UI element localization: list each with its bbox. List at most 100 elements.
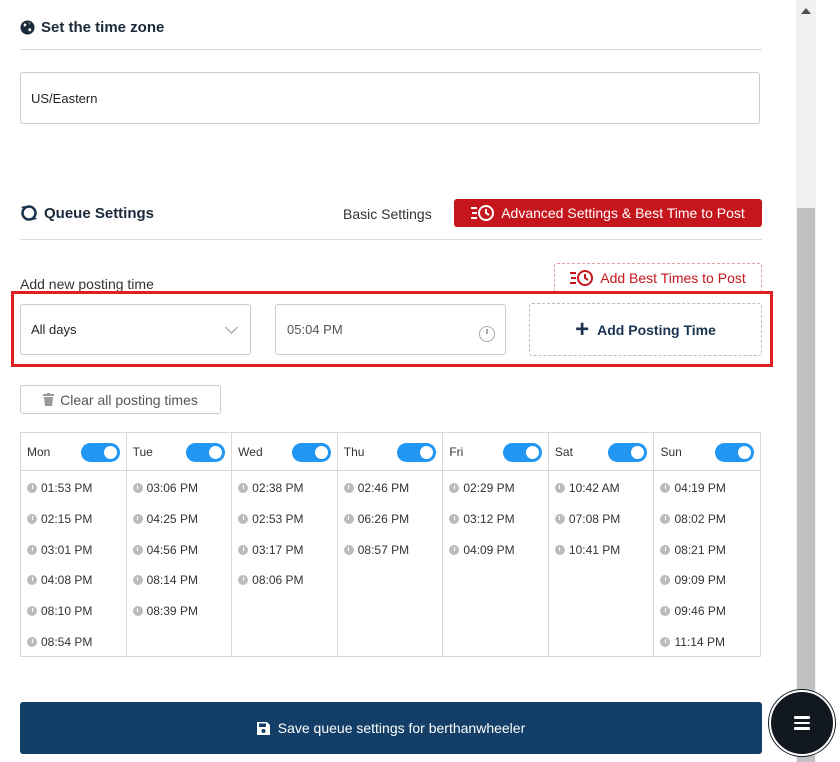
clock-icon (660, 483, 670, 493)
day-name: Sun (660, 445, 681, 459)
main-panel: Set the time zone US/Eastern Queue Setti… (0, 0, 796, 762)
list-clock-icon (471, 204, 495, 222)
day-toggle[interactable] (397, 443, 436, 462)
posting-time-text: 03:12 PM (463, 512, 514, 526)
clock-icon (27, 637, 37, 647)
day-toggle[interactable] (186, 443, 225, 462)
posting-time-text: 04:09 PM (463, 543, 514, 557)
posting-time-item[interactable]: 03:12 PM (449, 512, 514, 526)
posting-time-item[interactable]: 04:19 PM (660, 481, 725, 495)
divider (20, 49, 762, 50)
right-gutter (816, 0, 840, 762)
posting-time-item[interactable]: 03:17 PM (238, 543, 303, 557)
posting-time-text: 02:46 PM (358, 481, 409, 495)
posting-time-item[interactable]: 08:06 PM (238, 573, 303, 587)
floppy-disk-icon (257, 722, 270, 735)
clock-icon (27, 483, 37, 493)
posting-time-item[interactable]: 08:02 PM (660, 512, 725, 526)
posting-time-item[interactable]: 09:09 PM (660, 573, 725, 587)
posting-time-item[interactable]: 10:42 AM (555, 481, 620, 495)
posting-time-item[interactable]: 03:06 PM (133, 481, 198, 495)
day-header: Sat (549, 433, 654, 471)
day-toggle[interactable] (715, 443, 754, 462)
save-queue-button[interactable]: Save queue settings for berthanwheeler (20, 702, 762, 754)
clock-icon (27, 514, 37, 524)
clock-icon (344, 514, 354, 524)
posting-time-item[interactable]: 09:46 PM (660, 604, 725, 618)
add-best-times-button[interactable]: Add Best Times to Post (554, 263, 762, 293)
posting-time-item[interactable]: 01:53 PM (27, 481, 92, 495)
globe-icon (20, 20, 35, 35)
posting-time-item[interactable]: 08:14 PM (133, 573, 198, 587)
posting-time-item[interactable]: 08:10 PM (27, 604, 92, 618)
schedule-grid: Mon01:53 PM02:15 PM03:01 PM04:08 PM08:10… (20, 432, 761, 657)
save-queue-label: Save queue settings for berthanwheeler (278, 720, 526, 736)
clock-icon (27, 606, 37, 616)
posting-time-text: 04:08 PM (41, 573, 92, 587)
posting-time-item[interactable]: 02:29 PM (449, 481, 514, 495)
posting-time-item[interactable]: 08:21 PM (660, 543, 725, 557)
posting-time-text: 08:14 PM (147, 573, 198, 587)
add-best-times-label: Add Best Times to Post (600, 270, 746, 286)
posting-time-text: 02:38 PM (252, 481, 303, 495)
day-toggle[interactable] (292, 443, 331, 462)
trash-icon (43, 393, 54, 406)
posting-time-text: 01:53 PM (41, 481, 92, 495)
day-toggle[interactable] (81, 443, 120, 462)
day-column-sun: Sun 04:19 PM 08:02 PM 08:21 PM 09:09 PM 09:46… (654, 433, 760, 656)
timezone-section-title: Set the time zone (20, 19, 164, 36)
posting-time-text: 08:21 PM (674, 543, 725, 557)
basic-settings-link[interactable]: Basic Settings (343, 206, 432, 222)
posting-time-text: 04:19 PM (674, 481, 725, 495)
day-column-wed: Wed02:38 PM02:53 PM03:17 PM08:06 PM (232, 433, 338, 656)
day-column-mon: Mon01:53 PM02:15 PM03:01 PM04:08 PM08:10… (21, 433, 127, 656)
posting-time-item[interactable]: 04:25 PM (133, 512, 198, 526)
clock-icon (238, 545, 248, 555)
posting-time-text: 10:42 AM (569, 481, 620, 495)
posting-time-text: 08:57 PM (358, 543, 409, 557)
posting-time-item[interactable]: 02:53 PM (238, 512, 303, 526)
day-toggle[interactable] (608, 443, 647, 462)
queue-section-title: Queue Settings (20, 204, 154, 222)
clear-all-label: Clear all posting times (60, 392, 198, 408)
clock-icon (660, 575, 670, 585)
posting-time-item[interactable]: 08:54 PM (27, 635, 92, 649)
posting-time-text: 03:06 PM (147, 481, 198, 495)
posting-time-item[interactable]: 06:26 PM (344, 512, 409, 526)
clock-icon (238, 575, 248, 585)
posting-time-item[interactable]: 02:38 PM (238, 481, 303, 495)
posting-time-item[interactable]: 04:56 PM (133, 543, 198, 557)
menu-fab-button[interactable] (769, 690, 835, 756)
posting-time-item[interactable]: 08:39 PM (133, 604, 198, 618)
clock-icon (238, 483, 248, 493)
scrollbar-thumb[interactable] (797, 208, 815, 762)
posting-time-text: 02:29 PM (463, 481, 514, 495)
day-column-fri: Fri 02:29 PM 03:12 PM 04:09 PM (443, 433, 549, 656)
posting-time-item[interactable]: 04:08 PM (27, 573, 92, 587)
day-toggle[interactable] (503, 443, 542, 462)
clock-icon (660, 606, 670, 616)
queue-title-text: Queue Settings (44, 205, 154, 222)
posting-time-text: 07:08 PM (569, 512, 620, 526)
posting-time-item[interactable]: 08:57 PM (344, 543, 409, 557)
advanced-settings-button[interactable]: Advanced Settings & Best Time to Post (454, 199, 762, 227)
day-name: Sat (555, 445, 573, 459)
scroll-up-arrow-icon[interactable] (801, 8, 811, 14)
posting-time-text: 04:25 PM (147, 512, 198, 526)
posting-time-item[interactable]: 02:46 PM (344, 481, 409, 495)
posting-time-item[interactable]: 02:15 PM (27, 512, 92, 526)
clear-all-posting-times-button[interactable]: Clear all posting times (20, 385, 221, 414)
scrollbar[interactable] (796, 0, 816, 762)
posting-time-text: 03:17 PM (252, 543, 303, 557)
posting-time-item[interactable]: 11:14 PM (660, 635, 724, 649)
posting-time-item[interactable]: 10:41 PM (555, 543, 620, 557)
day-column-sat: Sat 10:42 AM 07:08 PM 10:41 PM (549, 433, 655, 656)
posting-time-item[interactable]: 04:09 PM (449, 543, 514, 557)
timezone-field[interactable]: US/Eastern (20, 72, 760, 124)
day-header: Tue (127, 433, 232, 471)
clock-icon (555, 483, 565, 493)
posting-time-item[interactable]: 07:08 PM (555, 512, 620, 526)
posting-time-text: 08:54 PM (41, 635, 92, 649)
posting-time-item[interactable]: 03:01 PM (27, 543, 92, 557)
day-header: Fri (443, 433, 548, 471)
